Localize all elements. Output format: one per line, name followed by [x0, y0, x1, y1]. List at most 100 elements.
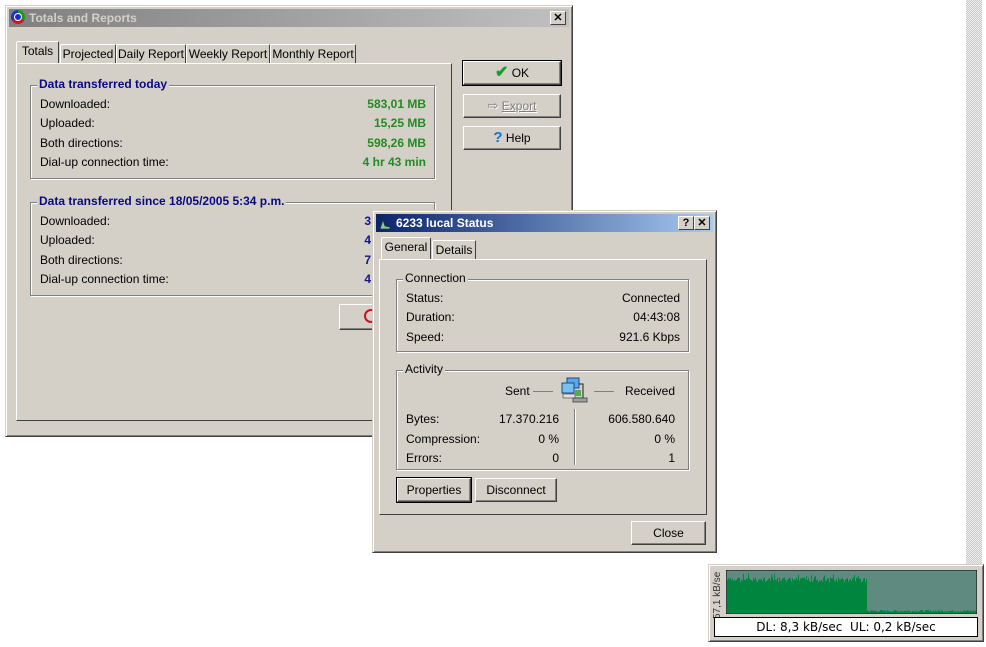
status-titlebar[interactable]: 6233 lucal Status ? ✕	[376, 214, 713, 232]
graph-bar	[964, 610, 965, 613]
graph-bar	[841, 578, 842, 613]
graph-bar	[732, 578, 733, 613]
tab-details[interactable]: Details	[432, 240, 476, 259]
graph-bar	[728, 577, 729, 613]
graph-bar	[854, 575, 855, 613]
close-button[interactable]: ✕	[550, 11, 566, 25]
ok-button[interactable]: ✔ OK	[462, 60, 562, 86]
graph-bar	[903, 611, 904, 613]
label: Dial-up connection time:	[40, 272, 169, 286]
received-line	[594, 391, 614, 392]
graph-bar	[954, 611, 955, 613]
graph-bar	[848, 581, 849, 613]
graph-bar	[814, 577, 815, 613]
tab-daily-report[interactable]: Daily Report	[116, 44, 186, 63]
label: Errors:	[406, 451, 442, 465]
graph-bar	[884, 610, 885, 613]
graph-bar	[878, 611, 879, 613]
graph-bar	[823, 577, 824, 613]
tab-weekly-report[interactable]: Weekly Report	[186, 44, 270, 63]
graph-bar	[833, 574, 834, 613]
scrollbar-track[interactable]	[966, 0, 982, 565]
status-row: Status: Connected	[406, 290, 680, 306]
graph-bar	[803, 578, 804, 613]
label: Dial-up connection time:	[40, 155, 169, 169]
graph-bar	[790, 578, 791, 613]
graph-bar	[944, 611, 945, 613]
today-group: Data transferred today Downloaded: 583,0…	[30, 77, 435, 179]
bandwidth-meter[interactable]: 57,1 kB/se DL: 8,3 kB/sec UL: 0,2 kB/sec	[708, 564, 984, 642]
graph-bar	[934, 611, 935, 613]
help-button[interactable]: ? Help	[463, 126, 561, 150]
graph-bar	[917, 611, 918, 613]
graph-bar	[733, 580, 734, 613]
graph-bar	[822, 581, 823, 613]
export-button[interactable]: ⇨ Export	[463, 94, 561, 118]
graph-bar	[972, 611, 973, 613]
graph-bar	[817, 579, 818, 613]
tab-totals[interactable]: Totals	[16, 41, 59, 63]
close-title-button[interactable]: ✕	[694, 216, 710, 230]
graph-bar	[886, 611, 887, 613]
graph-bar	[839, 579, 840, 613]
graph-bar	[883, 611, 884, 613]
disconnect-button[interactable]: Disconnect	[475, 478, 557, 502]
graph-bar	[730, 577, 731, 613]
graph-bar	[844, 581, 845, 613]
label: Duration:	[406, 310, 455, 324]
sent-line	[533, 391, 553, 392]
tab-general[interactable]: General	[381, 237, 431, 259]
general-tab-panel: Connection Status: Connected Duration: 0…	[379, 259, 707, 515]
today-time-row: Dial-up connection time: 4 hr 43 min	[40, 154, 426, 170]
help-label: Help	[505, 131, 531, 145]
received-value: 0 %	[654, 432, 675, 446]
graph-bar	[832, 578, 833, 613]
label: Bytes:	[406, 412, 440, 426]
graph-bar	[923, 611, 924, 613]
graph-bar	[764, 577, 765, 613]
graph-bar	[781, 580, 782, 613]
graph-bar	[801, 577, 802, 613]
graph-bar	[789, 577, 790, 613]
graph-bar	[784, 577, 785, 613]
tab-monthly-report[interactable]: Monthly Report	[270, 44, 356, 63]
graph-bar	[766, 581, 767, 613]
close-button[interactable]: Close	[631, 521, 706, 545]
graph-bar	[799, 580, 800, 613]
graph-bar	[791, 581, 792, 613]
graph-bar	[975, 610, 976, 613]
graph-bar	[907, 610, 908, 613]
graph-bar	[752, 581, 753, 613]
graph-bar	[775, 579, 776, 613]
value: 04:43:08	[633, 310, 680, 324]
graph-bar	[742, 580, 743, 613]
value: 598,26 MB	[367, 136, 426, 150]
since-both-row: Both directions: 7	[40, 252, 426, 268]
graph-bar	[909, 610, 910, 613]
graph-bar	[849, 580, 850, 613]
graph-bar	[873, 610, 874, 613]
value: 4	[364, 272, 371, 286]
graph-bar	[760, 579, 761, 613]
graph-bar	[895, 610, 896, 613]
value: 3	[364, 214, 371, 228]
help-title-button[interactable]: ?	[678, 216, 694, 230]
graph-bar	[970, 610, 971, 613]
graph-bar	[885, 611, 886, 613]
graph-bar	[936, 611, 937, 613]
tab-projected[interactable]: Projected	[60, 44, 116, 63]
graph-bar	[762, 581, 763, 613]
graph-bar	[937, 611, 938, 613]
totals-titlebar[interactable]: Totals and Reports ✕	[9, 9, 569, 27]
graph-bar	[809, 580, 810, 613]
value: Connected	[621, 291, 680, 305]
graph-bar	[842, 577, 843, 613]
graph-bar	[828, 578, 829, 613]
graph-bar	[837, 581, 838, 613]
graph-bar	[933, 610, 934, 613]
graph-bar	[761, 578, 762, 613]
graph-bar	[812, 581, 813, 613]
properties-button[interactable]: Properties	[396, 477, 472, 503]
graph-bar	[860, 578, 861, 613]
since-uploaded-row: Uploaded: 4	[40, 232, 426, 248]
